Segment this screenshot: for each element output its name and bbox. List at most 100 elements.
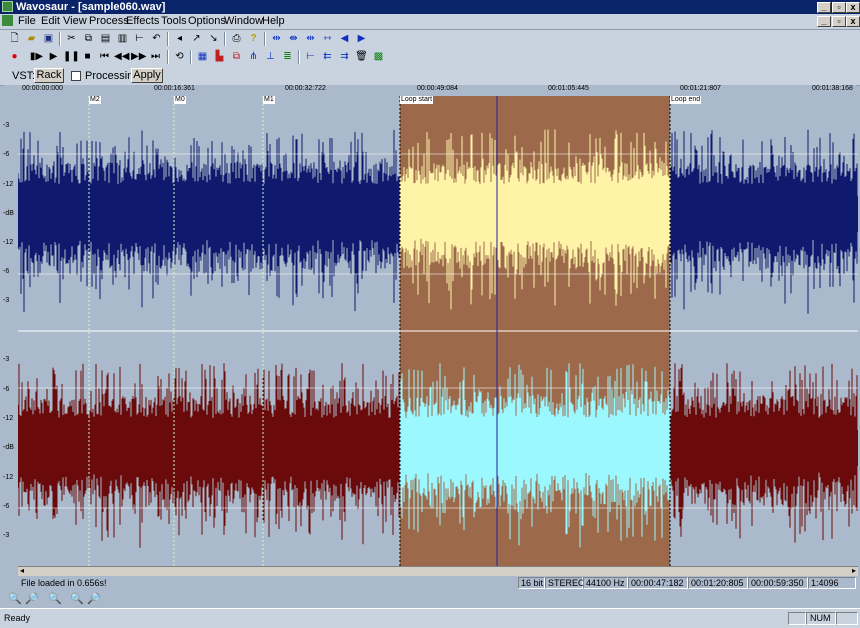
channel-core-selected — [400, 426, 670, 470]
channel-core-selected — [400, 192, 670, 236]
processing-checkbox[interactable] — [71, 71, 81, 81]
time-ruler: 00:00:00:000 00:00:16:361 00:00:32:722 0… — [4, 85, 856, 95]
selection-length: 00:00:59:350 — [748, 577, 808, 589]
maximize-button[interactable]: ▫ — [832, 2, 846, 13]
spectrum-icon[interactable]: ⋔ — [246, 50, 261, 64]
num-lock-indicator: NUM — [806, 612, 836, 625]
ruler-tick: 00:01:05:445 — [548, 85, 589, 92]
doc-minimize-button[interactable]: _ — [817, 16, 831, 27]
play-icon[interactable]: ▶ — [46, 50, 61, 64]
rewind-icon[interactable]: ◀◀ — [114, 50, 129, 64]
loop-start-marker[interactable]: Loop start — [400, 96, 434, 104]
scroll-left-icon[interactable]: ◀ — [337, 32, 352, 46]
equalizer-icon[interactable]: ≣ — [280, 50, 295, 64]
zoom-ratio: 1:4096 — [808, 577, 856, 589]
go-start-icon[interactable]: ⏮ — [97, 50, 112, 64]
menu-edit[interactable]: Edit — [41, 15, 60, 28]
ruler-tick: 00:00:00:000 — [22, 85, 63, 92]
zoom-vertical-out-icon[interactable]: 🔎 — [87, 592, 101, 606]
marker-prev-icon[interactable]: ⇇ — [320, 50, 335, 64]
menu-options[interactable]: Options — [188, 15, 226, 28]
menu-bar: File Edit View Process Effects Tools Opt… — [0, 14, 860, 30]
db-label: -dB — [3, 444, 14, 451]
loop-icon[interactable]: ⟲ — [172, 50, 187, 64]
stop-icon[interactable]: ■ — [80, 50, 95, 64]
close-button[interactable]: x — [846, 2, 860, 13]
paste-icon[interactable]: ▤ — [98, 32, 113, 46]
status-text: Ready — [4, 613, 31, 623]
bit-depth: 16 bit — [518, 577, 545, 589]
marker-m0[interactable]: M0 — [174, 96, 186, 104]
selection-end-time: 00:01:20:805 — [688, 577, 748, 589]
doc-close-button[interactable]: x — [846, 16, 860, 27]
window-title: Wavosaur - [sample060.wav] — [16, 1, 166, 13]
save-icon[interactable]: ▣ — [41, 32, 56, 46]
ruler-tick: 00:01:21:807 — [680, 85, 721, 92]
ruler-tick: 00:00:49:084 — [417, 85, 458, 92]
zoom-in-icon[interactable]: ⇼ — [286, 32, 301, 46]
zoom-out-icon[interactable]: 🔎 — [25, 592, 39, 606]
print-icon[interactable]: ⎙ — [229, 32, 244, 46]
menu-tools[interactable]: Tools — [161, 15, 187, 28]
paste-mix-icon[interactable]: ▥ — [115, 32, 130, 46]
marker-next-icon[interactable]: ⇉ — [337, 50, 352, 64]
cut-icon[interactable]: ✂ — [64, 32, 79, 46]
batch-icon[interactable]: ▩ — [371, 50, 386, 64]
play-from-start-icon[interactable]: ▮▶ — [29, 50, 44, 64]
cursor-time: 00:00:47:182 — [628, 577, 688, 589]
menu-process[interactable]: Process — [89, 15, 129, 28]
zoom-full-icon[interactable]: 🔍 — [48, 592, 62, 606]
vst-label: VST: — [12, 70, 36, 82]
help-icon[interactable]: ? — [246, 32, 261, 46]
db-label: -6 — [3, 268, 10, 275]
zoom-all-icon[interactable]: ⇿ — [320, 32, 335, 46]
load-message: File loaded in 0.656s! — [21, 578, 107, 588]
db-label: -12 — [3, 181, 14, 188]
delete-marker-icon[interactable]: 🗑 — [354, 50, 369, 64]
select-all-icon[interactable]: ▦ — [195, 50, 210, 64]
zoom-toolbar: 🔍 🔎 🔍 🔍 🔎 — [0, 590, 860, 608]
copy-icon[interactable]: ⧉ — [81, 32, 96, 46]
new-file-icon[interactable]: 🗋 — [7, 32, 22, 46]
doc-restore-button[interactable]: ▫ — [832, 16, 846, 27]
marker-icon[interactable]: ⊢ — [303, 50, 318, 64]
db-label: -12 — [3, 415, 14, 422]
db-label: -6 — [3, 386, 10, 393]
menu-file[interactable]: File — [18, 15, 36, 28]
silence-icon[interactable]: ◂ — [172, 32, 187, 46]
zoom-in-icon[interactable]: 🔍 — [8, 592, 22, 606]
go-end-icon[interactable]: ⏭ — [148, 50, 163, 64]
menu-view[interactable]: View — [63, 15, 87, 28]
record-icon[interactable]: ● — [7, 50, 22, 64]
fade-in-icon[interactable]: ↗ — [189, 32, 204, 46]
menu-window[interactable]: Window — [224, 15, 263, 28]
waveform-canvas[interactable] — [18, 96, 858, 566]
trim-icon[interactable]: ⊢ — [132, 32, 147, 46]
normalize-icon[interactable]: ▙ — [212, 50, 227, 64]
loop-end-marker[interactable]: Loop end — [670, 96, 702, 104]
undo-icon[interactable]: ↶ — [149, 32, 164, 46]
pause-icon[interactable]: ❚❚ — [63, 50, 80, 64]
menu-effects[interactable]: Effects — [126, 15, 159, 28]
zoom-out-icon[interactable]: ⇹ — [303, 32, 318, 46]
horizontal-scrollbar[interactable]: ◂ ▸ — [18, 566, 858, 576]
scroll-right-arrow-icon[interactable]: ▸ — [852, 566, 856, 575]
apply-button[interactable]: Apply — [131, 68, 163, 83]
zoom-selection-icon[interactable]: ⇹ — [269, 32, 284, 46]
waveform-view[interactable]: M2 M0 M1 Loop start Loop end — [18, 96, 858, 566]
marker-m2[interactable]: M2 — [89, 96, 101, 104]
copy-region-icon[interactable]: ⧉ — [229, 50, 244, 64]
fast-forward-icon[interactable]: ▶▶ — [131, 50, 146, 64]
levels-icon[interactable]: ⊥ — [263, 50, 278, 64]
minimize-button[interactable]: _ — [817, 2, 831, 13]
scroll-right-icon[interactable]: ▶ — [354, 32, 369, 46]
open-folder-icon[interactable]: ▰ — [24, 32, 39, 46]
menu-help[interactable]: Help — [262, 15, 285, 28]
db-label: -3 — [3, 122, 10, 129]
marker-m1[interactable]: M1 — [263, 96, 275, 104]
fade-out-icon[interactable]: ↘ — [206, 32, 221, 46]
db-label: -12 — [3, 239, 14, 246]
zoom-vertical-in-icon[interactable]: 🔍 — [70, 592, 84, 606]
scroll-left-arrow-icon[interactable]: ◂ — [20, 566, 24, 575]
rack-button[interactable]: Rack — [34, 68, 64, 83]
